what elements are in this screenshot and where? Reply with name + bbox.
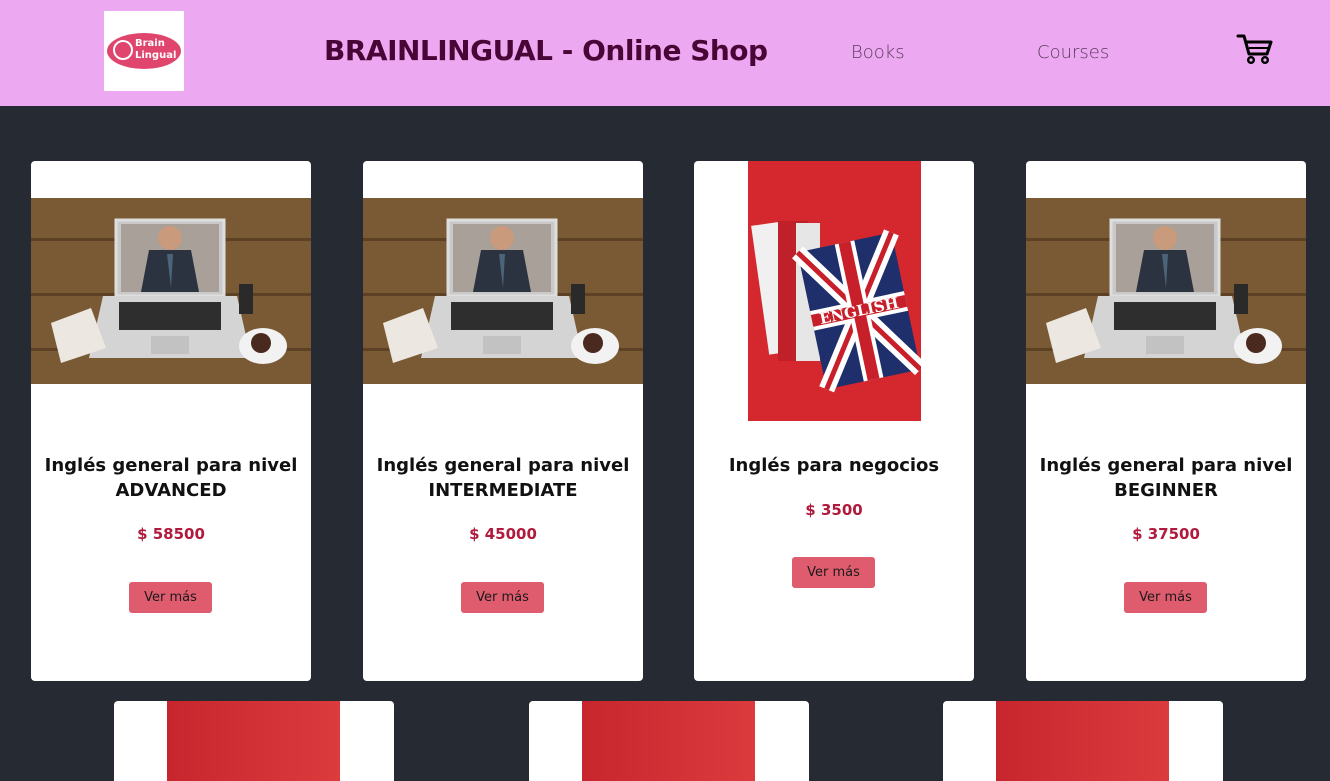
view-more-button[interactable]: Ver más <box>129 582 212 613</box>
view-more-button[interactable]: Ver más <box>461 582 544 613</box>
book-image[interactable] <box>582 701 755 781</box>
product-price: $ 58500 <box>137 525 205 543</box>
product-card: ENGLISH Inglés para negocios $ 3500 Ver … <box>694 161 974 681</box>
logo-badge: Brain Lingual <box>107 33 181 69</box>
brand-logo[interactable]: Brain Lingual <box>104 11 184 91</box>
view-more-button[interactable]: Ver más <box>792 557 875 588</box>
product-card-partial <box>114 701 394 781</box>
product-price: $ 45000 <box>469 525 537 543</box>
page-title: BRAINLINGUAL - Online Shop <box>324 34 768 67</box>
laptop-video-call-image[interactable] <box>31 198 311 384</box>
product-price: $ 3500 <box>805 501 863 519</box>
laptop-video-call-image[interactable] <box>363 198 643 384</box>
site-header: Brain Lingual BRAINLINGUAL - Online Shop… <box>0 0 1330 106</box>
product-card-partial <box>529 701 809 781</box>
product-card: Inglés general para nivel BEGINNER $ 375… <box>1026 161 1306 681</box>
product-title: Inglés general para nivel ADVANCED <box>44 455 298 501</box>
product-card: Inglés general para nivel ADVANCED $ 585… <box>31 161 311 681</box>
laptop-video-call-image[interactable] <box>1026 198 1306 384</box>
book-image[interactable] <box>167 701 340 781</box>
product-title: Inglés general para nivel INTERMEDIATE <box>376 455 630 501</box>
brain-icon <box>113 40 133 60</box>
product-card-partial <box>943 701 1223 781</box>
product-price: $ 37500 <box>1132 525 1200 543</box>
product-title: Inglés para negocios <box>728 455 940 476</box>
logo-text: Brain Lingual <box>135 38 177 61</box>
nav-link-books[interactable]: Books <box>851 42 905 63</box>
book-image[interactable] <box>996 701 1169 781</box>
nav-link-courses[interactable]: Courses <box>1037 42 1109 63</box>
english-books-image[interactable]: ENGLISH <box>748 161 921 421</box>
shopping-cart-icon[interactable] <box>1236 33 1274 65</box>
product-card: Inglés general para nivel INTERMEDIATE $… <box>363 161 643 681</box>
view-more-button[interactable]: Ver más <box>1124 582 1207 613</box>
product-title: Inglés general para nivel BEGINNER <box>1039 455 1293 501</box>
